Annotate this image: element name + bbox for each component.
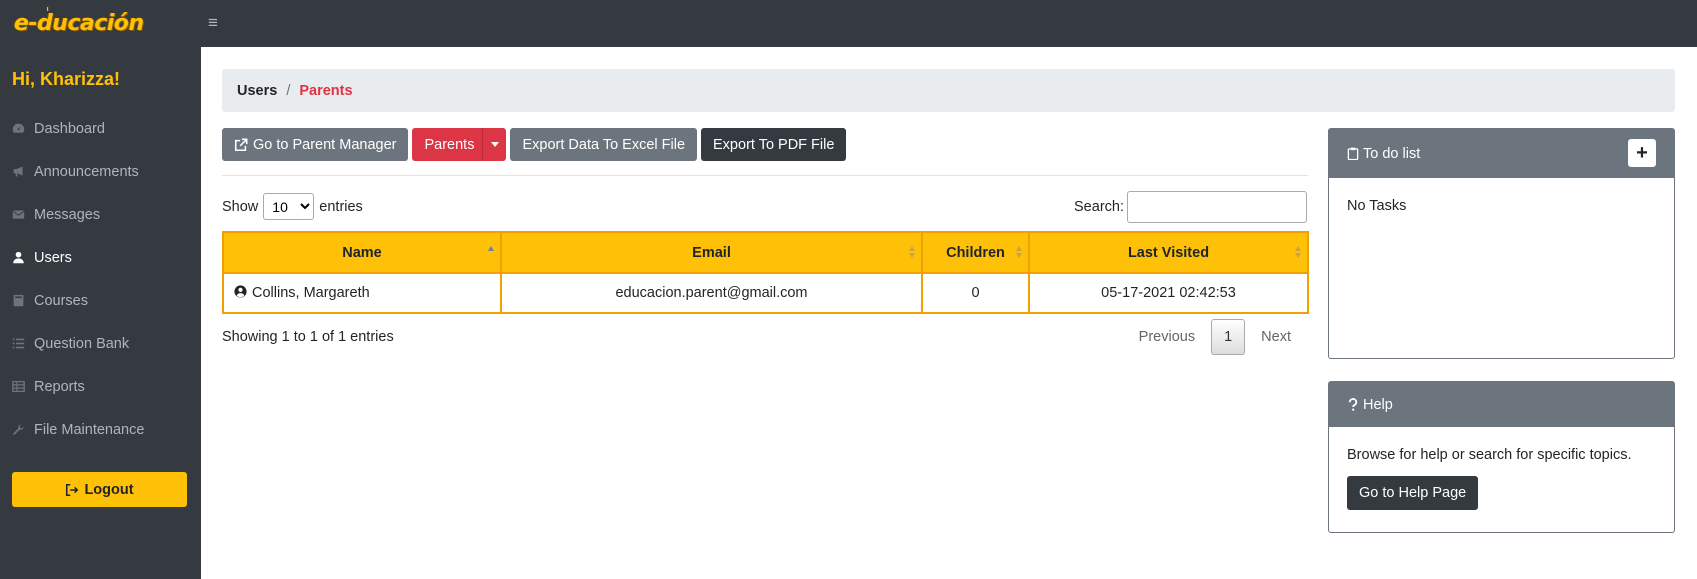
sidebar-item-dashboard[interactable]: Dashboard	[0, 107, 201, 150]
sidebar-item-label: Reports	[34, 378, 85, 395]
parent-manager-label: Go to Parent Manager	[253, 136, 397, 153]
todo-empty-text: No Tasks	[1347, 198, 1407, 214]
breadcrumb-separator: /	[286, 82, 291, 99]
envelope-icon	[12, 208, 34, 221]
add-task-button[interactable]: +	[1628, 139, 1656, 167]
sidebar: Hi, Kharizza! Dashboard Announcements Me…	[0, 47, 201, 579]
help-card: Help Browse for help or search for speci…	[1328, 381, 1675, 533]
column-header-children[interactable]: Children	[921, 231, 1030, 274]
external-link-icon	[234, 138, 248, 151]
toolbar: Go to Parent Manager Parents Export Data…	[222, 128, 847, 161]
wrench-icon	[12, 423, 34, 436]
sidebar-item-question-bank[interactable]: Question Bank	[0, 322, 201, 365]
todo-title: To do list	[1363, 145, 1421, 162]
table-icon	[12, 380, 34, 393]
sidebar-item-label: Messages	[34, 206, 101, 223]
table-row[interactable]: Collins, Margareth educacion.parent@gmai…	[222, 273, 1309, 314]
divider	[222, 175, 1308, 176]
page-1-button[interactable]: 1	[1211, 319, 1246, 355]
breadcrumb-users[interactable]: Users	[237, 83, 277, 99]
breadcrumb: Users / Parents	[222, 69, 1675, 112]
todo-body: No Tasks	[1329, 178, 1674, 234]
user-circle-icon	[234, 285, 247, 298]
sidebar-item-announcements[interactable]: Announcements	[0, 150, 201, 193]
table-header-row: Name Email Children Last Visited	[222, 231, 1309, 274]
show-label: Show	[222, 198, 259, 215]
sign-out-icon	[66, 483, 79, 496]
help-card-header: Help	[1329, 382, 1674, 427]
sidebar-item-reports[interactable]: Reports	[0, 365, 201, 408]
sidebar-item-label: Question Bank	[34, 335, 130, 352]
graduation-cap-icon	[34, 3, 52, 11]
pagination: Previous 1 Next	[1123, 319, 1307, 355]
todo-card-header: To do list +	[1329, 129, 1674, 178]
cell-name: Collins, Margareth	[222, 273, 502, 314]
help-page-button[interactable]: Go to Help Page	[1347, 476, 1479, 510]
help-title: Help	[1363, 396, 1393, 413]
question-icon	[1348, 398, 1358, 411]
parent-name: Collins, Margareth	[252, 285, 370, 301]
sort-icon	[1016, 246, 1023, 259]
logout-button[interactable]: Logout	[12, 472, 187, 507]
cell-email: educacion.parent@gmail.com	[500, 273, 923, 314]
cell-children: 0	[921, 273, 1030, 314]
logout-label: Logout	[84, 481, 134, 498]
export-pdf-label: Export To PDF File	[713, 136, 835, 153]
sort-ascending-icon	[488, 246, 495, 259]
sidebar-item-label: Courses	[34, 292, 88, 309]
entries-label: entries	[319, 198, 363, 215]
column-label: Last Visited	[1127, 244, 1210, 261]
sidebar-item-messages[interactable]: Messages	[0, 193, 201, 236]
help-text: Browse for help or search for specific t…	[1347, 447, 1632, 463]
todo-card: To do list + No Tasks	[1328, 128, 1675, 359]
menu-toggle-icon[interactable]: ≡	[208, 13, 218, 33]
dashboard-icon	[12, 122, 34, 135]
sidebar-item-courses[interactable]: Courses	[0, 279, 201, 322]
help-body: Browse for help or search for specific t…	[1329, 427, 1674, 530]
page-size-select[interactable]: 10	[263, 193, 315, 220]
sidebar-item-users[interactable]: Users	[0, 236, 201, 279]
sort-icon	[909, 246, 916, 259]
sidebar-item-label: Users	[34, 249, 72, 266]
caret-down-icon	[490, 142, 499, 147]
previous-page-button[interactable]: Previous	[1123, 319, 1211, 355]
table-search: Search:	[1074, 191, 1307, 223]
sidebar-item-label: Announcements	[34, 163, 139, 180]
top-navbar: e-ducación ≡	[0, 0, 1697, 47]
column-label: Email	[692, 244, 731, 261]
logo-text: e-ducación	[14, 10, 144, 36]
search-input[interactable]	[1127, 191, 1307, 223]
column-label: Name	[342, 244, 382, 261]
column-header-last-visited[interactable]: Last Visited	[1028, 231, 1309, 274]
cell-last-visited: 05-17-2021 02:42:53	[1028, 273, 1309, 314]
user-greeting: Hi, Kharizza!	[12, 69, 121, 89]
parent-manager-button[interactable]: Go to Parent Manager	[222, 128, 409, 161]
parents-button-label[interactable]: Parents	[412, 128, 482, 161]
list-icon	[12, 337, 34, 350]
page-length-control: Show 10 entries	[222, 193, 363, 220]
parents-table: Name Email Children Last Visited Collins…	[222, 231, 1309, 314]
search-label: Search:	[1074, 199, 1124, 215]
column-header-email[interactable]: Email	[500, 231, 923, 274]
table-info: Showing 1 to 1 of 1 entries	[222, 329, 394, 345]
export-excel-label: Export Data To Excel File	[522, 136, 686, 153]
export-excel-button[interactable]: Export Data To Excel File	[510, 128, 698, 161]
sidebar-item-label: File Maintenance	[34, 421, 145, 438]
book-icon	[12, 294, 34, 307]
column-header-name[interactable]: Name	[222, 231, 502, 274]
sort-icon	[1295, 246, 1302, 259]
sidebar-nav: Dashboard Announcements Messages Users C…	[0, 107, 201, 451]
export-pdf-button[interactable]: Export To PDF File	[701, 128, 847, 161]
column-label: Children	[946, 244, 1005, 261]
app-logo[interactable]: e-ducación	[14, 3, 144, 40]
bullhorn-icon	[12, 165, 34, 178]
breadcrumb-parents: Parents	[299, 82, 353, 99]
dropdown-toggle[interactable]	[482, 128, 506, 161]
clipboard-icon	[1347, 147, 1359, 160]
sidebar-item-file-maintenance[interactable]: File Maintenance	[0, 408, 201, 451]
sidebar-item-label: Dashboard	[34, 120, 105, 137]
next-page-button[interactable]: Next	[1245, 319, 1307, 355]
user-icon	[12, 251, 34, 264]
parents-dropdown-button[interactable]: Parents	[412, 128, 507, 161]
